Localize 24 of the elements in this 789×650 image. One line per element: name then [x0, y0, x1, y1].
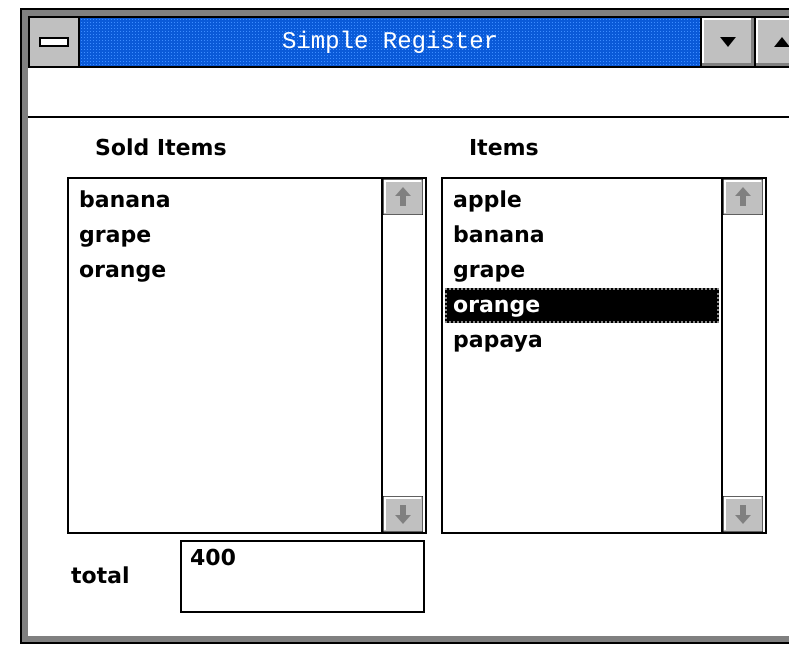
list-item[interactable]: apple: [445, 183, 719, 218]
total-label: total: [70, 564, 131, 589]
scroll-down-button[interactable]: [383, 496, 423, 532]
bar-icon: [39, 37, 69, 47]
total-field[interactable]: 400: [180, 540, 425, 613]
list-box[interactable]: apple banana grape orange papaya: [441, 177, 767, 534]
list-label: Sold Items: [95, 136, 228, 161]
list-item[interactable]: grape: [71, 218, 379, 253]
list-item[interactable]: banana: [445, 218, 719, 253]
minimize-button[interactable]: [700, 18, 754, 66]
scroll-up-button[interactable]: [723, 179, 763, 215]
up-triangle-icon: [774, 37, 789, 47]
list-item[interactable]: banana: [71, 183, 379, 218]
scroll-down-button[interactable]: [723, 496, 763, 532]
down-triangle-icon: [720, 37, 736, 47]
list-item[interactable]: grape: [445, 253, 719, 288]
list-item[interactable]: papaya: [445, 323, 719, 358]
list-label: Items: [469, 136, 540, 161]
scroll-up-button[interactable]: [383, 179, 423, 215]
list-box[interactable]: banana grape orange: [67, 177, 427, 534]
list-item[interactable]: orange: [445, 288, 719, 323]
window-title: Simple Register: [282, 28, 498, 56]
system-menu-button[interactable]: [30, 18, 80, 66]
list-item[interactable]: orange: [71, 253, 379, 288]
